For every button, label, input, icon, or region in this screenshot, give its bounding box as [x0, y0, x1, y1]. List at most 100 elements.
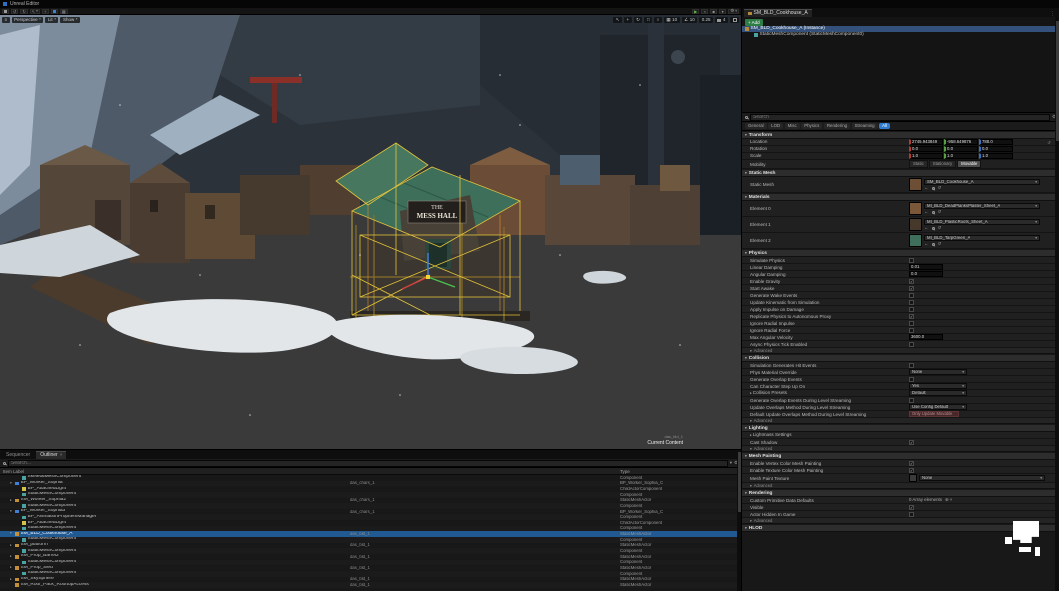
outliner-row-sm-roof-pack-rooftopaccess[interactable]: SM_Roof_Pack_RooftopAccessdas_bld_1Stati… [0, 582, 741, 588]
advanced-expander[interactable]: ▾Advanced [742, 418, 1055, 424]
details-tab-physics[interactable]: Physics [801, 123, 822, 130]
generate-overlap-events-during-level-streaming-checkbox[interactable] [909, 398, 914, 403]
redo-button[interactable]: ↻ [20, 9, 27, 14]
column-type[interactable]: Type [620, 469, 738, 474]
element-0-asset-picker[interactable]: MI_BLD_DeadPlanksPlaster_Sheet_A▾ [924, 203, 1040, 209]
advanced-expander[interactable]: ▾Advanced [742, 348, 1055, 354]
rotate-tool-icon[interactable]: ↻ [634, 17, 643, 24]
grid-snap-toggle[interactable]: ▦10 [664, 17, 680, 24]
details-tab-rendering[interactable]: Rendering [824, 123, 850, 130]
section-header-collision[interactable]: ▾Collision [742, 355, 1055, 362]
use-selected-icon[interactable]: ← [924, 210, 929, 215]
details-scrollbar[interactable] [1055, 17, 1059, 591]
section-header-materials[interactable]: ▾Materials [742, 194, 1055, 201]
replicate-physics-to-autonomous-proxy-checkbox[interactable]: ✓ [909, 314, 914, 319]
clear-array-icon[interactable]: × [950, 498, 953, 503]
scale-tool-icon[interactable]: □ [644, 17, 652, 24]
viewport-menu-button[interactable]: ≡ [2, 17, 10, 24]
mobility-option-movable[interactable]: Movable [957, 160, 981, 168]
add-element-icon[interactable]: ⊕ [945, 498, 949, 503]
add-component-button[interactable]: + Add [745, 19, 763, 26]
tab-details[interactable]: SM_BLD_Cookhouse_A [744, 9, 812, 18]
linear-damping-field[interactable]: 0.01 [909, 264, 943, 270]
viewport-scene[interactable]: THE MESS HALL [0, 15, 741, 449]
browse-icon[interactable] [932, 243, 935, 246]
scale-y-field[interactable]: 1.0 [944, 153, 978, 159]
section-header-transform[interactable]: ▾Transform [742, 132, 1055, 139]
column-item-label[interactable]: Item Label [3, 469, 350, 474]
outliner-row-bp-worker-sophia[interactable]: ▾BP_Worker_Sophiadas_chars_1BP_Worker_So… [0, 481, 741, 487]
save-button[interactable] [2, 9, 9, 14]
start-awake-checkbox[interactable]: ✓ [909, 286, 914, 291]
asset-thumbnail[interactable] [909, 178, 922, 191]
rotation-y-field[interactable]: 0.0 [944, 146, 978, 152]
section-header-rendering[interactable]: ▾Rendering [742, 490, 1055, 497]
reset-icon[interactable]: ↺ [938, 186, 942, 191]
location-z-field[interactable]: 788.0 [979, 139, 1013, 145]
viewport[interactable]: THE MESS HALL [0, 15, 741, 449]
move-tool-icon[interactable]: + [624, 17, 632, 24]
reset-to-default-icon[interactable]: ↺ [1045, 140, 1053, 145]
select-tool-icon[interactable]: ↖ [613, 17, 622, 24]
enable-gravity-checkbox[interactable]: ✓ [909, 279, 914, 284]
details-tab-general[interactable]: General [745, 123, 767, 130]
use-selected-icon[interactable]: ← [924, 226, 929, 231]
generate-wake-events-checkbox[interactable] [909, 293, 914, 298]
enable-vertex-color-mesh-painting-checkbox[interactable]: ✓ [909, 461, 914, 466]
outliner-row-sm-prop-barrel2[interactable]: ▸SM_Prop_Barrel2das_bld_1StaticMeshActor [0, 554, 741, 560]
camera-speed-button[interactable]: 4 [715, 17, 728, 24]
advanced-expander[interactable]: ▾Advanced [742, 446, 1055, 452]
use-selected-icon[interactable]: ← [924, 242, 929, 247]
browse-icon[interactable] [932, 187, 935, 190]
element-1-asset-picker[interactable]: MI_BLD_PlasticRoofs_Sheet_A▾ [924, 219, 1040, 225]
outliner-row-sm-prop-sled[interactable]: ▸SM_Prop_Sleddas_bld_1StaticMeshActor [0, 565, 741, 571]
section-header-static-mesh[interactable]: ▾Static Mesh [742, 170, 1055, 177]
world-space-toggle-icon[interactable]: ○ [654, 17, 662, 24]
close-icon[interactable]: × [60, 453, 63, 458]
outliner-row-sm-skysphere[interactable]: ▸SM_SkySpheredas_bld_1StaticMeshActor [0, 577, 741, 583]
simulation-generates-hit-events-checkbox[interactable] [909, 363, 914, 368]
tab-outliner[interactable]: Outliner× [36, 451, 66, 460]
section-header-physics[interactable]: ▾Physics [742, 250, 1055, 257]
blueprints-button[interactable] [51, 9, 58, 14]
simulate-physics-checkbox[interactable] [909, 258, 914, 263]
stop-button[interactable]: ■ [710, 9, 717, 14]
advanced-expander[interactable]: ▾Advanced [742, 518, 1055, 524]
cinematics-button[interactable]: ▦ [60, 9, 68, 14]
settings-dropdown[interactable]: ⚙▾ [728, 9, 739, 14]
add-actor-button[interactable]: + [42, 9, 49, 14]
advanced-expander[interactable]: ▾Advanced [742, 483, 1055, 489]
reset-icon[interactable]: ↺ [938, 242, 942, 247]
scale-x-field[interactable]: 1.0 [909, 153, 943, 159]
visible-checkbox[interactable]: ✓ [909, 505, 914, 510]
location-y-field[interactable]: -958.649876 [944, 139, 978, 145]
update-overlaps-method-during-level-streaming-dropdown[interactable]: Use Config Default▾ [909, 404, 967, 410]
angular-damping-field[interactable]: 0.0 [909, 271, 943, 277]
expander-icon[interactable]: ▸ [750, 433, 752, 437]
browse-icon[interactable] [932, 211, 935, 214]
component-tree-item-staticmesh[interactable]: StaticMeshComponent (StaticMeshComponent… [742, 32, 1059, 38]
ignore-radial-impulse-checkbox[interactable] [909, 321, 914, 326]
details-tab-misc[interactable]: Misc [785, 123, 800, 130]
section-header-mesh-painting[interactable]: ▾Mesh Painting [742, 453, 1055, 460]
apply-impulse-on-damage-checkbox[interactable] [909, 307, 914, 312]
asset-thumbnail[interactable] [909, 202, 922, 215]
section-header-lighting[interactable]: ▾Lighting [742, 425, 1055, 432]
reset-icon[interactable]: ↺ [938, 210, 942, 215]
browse-icon[interactable] [932, 227, 935, 230]
details-tab-streaming[interactable]: Streaming [852, 123, 878, 130]
rotation-x-field[interactable]: 0.0 [909, 146, 943, 152]
ignore-radial-force-checkbox[interactable] [909, 328, 914, 333]
scale-z-field[interactable]: 1.0 [979, 153, 1013, 159]
platforms-dropdown[interactable]: ▾ [719, 9, 726, 14]
tab-sequencer[interactable]: Sequencer [2, 452, 34, 460]
rotation-snap-toggle[interactable]: ∠10 [682, 17, 698, 24]
update-kinematic-from-simulation-checkbox[interactable] [909, 300, 914, 305]
element-2-asset-picker[interactable]: MI_BLD_TarpGreen_A▾ [924, 235, 1040, 241]
location-x-field[interactable]: 2745.943849 [909, 139, 943, 145]
phys-material-override-dropdown[interactable]: None▾ [909, 369, 967, 375]
maximize-viewport-icon[interactable] [730, 17, 739, 23]
cast-shadow-checkbox[interactable]: ✓ [909, 440, 914, 445]
asset-thumbnail[interactable] [909, 474, 917, 482]
static-mesh-asset-picker[interactable]: SM_BLD_Cookhouse_A▾ [924, 179, 1040, 185]
